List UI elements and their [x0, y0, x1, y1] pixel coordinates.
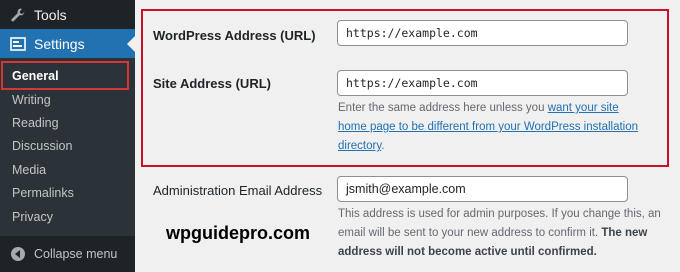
admin-email-description: This address is used for admin purposes.… [338, 205, 663, 262]
wp-address-input[interactable]: https://example.com [337, 20, 628, 46]
watermark-text: wpguidepro.com [166, 223, 310, 243]
submenu-item-reading[interactable]: Reading [12, 117, 59, 130]
collapse-arrow-icon [10, 246, 26, 262]
submenu-item-media[interactable]: Media [12, 164, 46, 177]
menu-item-tools[interactable]: Tools [0, 0, 135, 29]
menu-item-settings[interactable]: Settings [0, 29, 135, 58]
admin-sidebar: Tools Settings General Writing Reading D… [0, 0, 135, 272]
active-menu-pointer [127, 36, 135, 52]
site-address-desc-text: Enter the same address here unless you [338, 102, 548, 114]
site-address-label: Site Address (URL) [153, 76, 271, 91]
submenu-item-discussion[interactable]: Discussion [12, 140, 72, 153]
admin-email-input[interactable]: jsmith@example.com [337, 176, 628, 202]
submenu-item-privacy[interactable]: Privacy [12, 211, 53, 224]
collapse-menu-label: Collapse menu [34, 247, 118, 261]
submenu-item-writing[interactable]: Writing [12, 94, 51, 107]
site-address-input[interactable]: https://example.com [337, 70, 628, 96]
settings-icon [10, 36, 26, 52]
menu-item-tools-label: Tools [34, 6, 67, 23]
site-address-description: Enter the same address here unless you w… [338, 99, 638, 156]
submenu-item-permalinks[interactable]: Permalinks [12, 187, 74, 200]
general-highlight-box [1, 61, 129, 90]
menu-item-settings-label: Settings [34, 35, 85, 52]
wp-address-label: WordPress Address (URL) [153, 28, 316, 43]
wrench-icon [10, 7, 26, 23]
site-address-desc-end: . [381, 140, 385, 152]
collapse-menu-button[interactable]: Collapse menu [0, 236, 135, 272]
admin-email-label: Administration Email Address [153, 183, 323, 198]
